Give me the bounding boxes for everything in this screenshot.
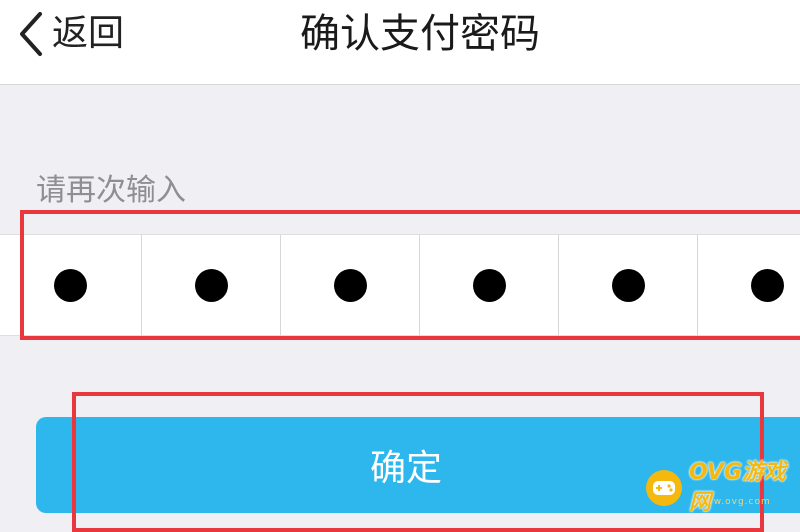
- pin-cell: [142, 235, 281, 335]
- pin-dot: [751, 268, 784, 302]
- pin-cell: [0, 235, 142, 335]
- gamepad-icon: [645, 469, 683, 507]
- password-input[interactable]: [0, 234, 800, 336]
- pin-cell: [559, 235, 698, 335]
- pin-cell: [420, 235, 559, 335]
- pin-dot: [54, 268, 87, 302]
- page-title: 确认支付密码: [300, 11, 540, 57]
- pin-dot: [333, 268, 367, 302]
- reenter-prompt: 请再次输入: [36, 173, 186, 208]
- pin-cell: [281, 235, 420, 335]
- pin-dot: [611, 268, 645, 302]
- nav-bar: 返回 确认支付密码: [0, 0, 800, 85]
- pin-dot: [194, 268, 228, 302]
- watermark-text: OVG游戏网: [689, 460, 787, 515]
- watermark-subtext: www.ovg.com: [697, 497, 771, 507]
- pin-dot: [472, 268, 506, 302]
- pin-cell: [698, 235, 800, 335]
